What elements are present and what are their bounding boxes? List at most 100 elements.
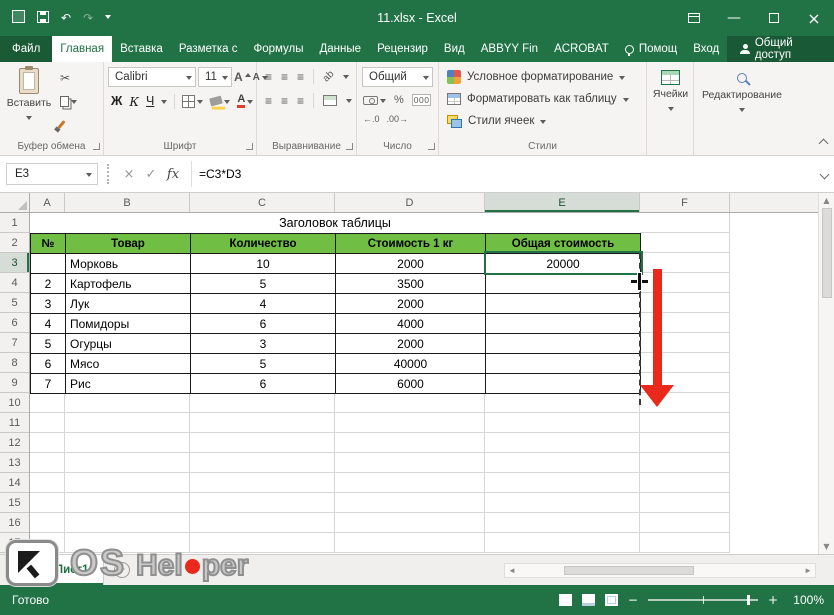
- cell-D4[interactable]: 3500: [336, 274, 486, 294]
- name-box[interactable]: E3: [6, 163, 98, 185]
- zoom-out-icon[interactable]: −: [628, 593, 638, 607]
- cell-E8[interactable]: [486, 354, 641, 374]
- row-header-2[interactable]: 2: [0, 233, 29, 253]
- cell-D3[interactable]: 2000: [336, 254, 486, 274]
- cell-D8[interactable]: 40000: [336, 354, 486, 374]
- tab-abbyy[interactable]: ABBYY Fin: [473, 36, 546, 62]
- page-layout-view-icon[interactable]: [582, 594, 595, 606]
- cell-D9[interactable]: 6000: [336, 374, 486, 394]
- fill-color-button[interactable]: [210, 93, 230, 109]
- cut-icon[interactable]: ✂: [60, 70, 77, 86]
- cell-C2[interactable]: Количество: [191, 234, 336, 254]
- cell-D6[interactable]: 4000: [336, 314, 486, 334]
- row-header-9[interactable]: 9: [0, 373, 29, 393]
- number-format-select[interactable]: Общий: [362, 67, 433, 87]
- horizontal-scrollbar[interactable]: ◄ ►: [504, 563, 816, 578]
- cell-B8[interactable]: Мясо: [66, 354, 191, 374]
- row-header-6[interactable]: 6: [0, 313, 29, 333]
- increase-decimal-icon[interactable]: ←.0: [363, 114, 380, 124]
- excel-app-icon[interactable]: [12, 10, 25, 26]
- cancel-icon[interactable]: ×: [118, 167, 140, 182]
- cell-B5[interactable]: Лук: [66, 294, 191, 314]
- cell-B3[interactable]: Морковь: [66, 254, 191, 274]
- row-header-16[interactable]: 16: [0, 513, 29, 533]
- align-middle-icon[interactable]: ≡: [281, 70, 288, 84]
- cell-B6[interactable]: Помидоры: [66, 314, 191, 334]
- cell-title-merged[interactable]: Заголовок таблицы: [30, 213, 640, 233]
- cell-E4[interactable]: [486, 274, 641, 294]
- bold-button[interactable]: Ж: [111, 94, 122, 108]
- cell-C4[interactable]: 5: [191, 274, 336, 294]
- cell-A6[interactable]: 4: [31, 314, 66, 334]
- cell-C7[interactable]: 3: [191, 334, 336, 354]
- clipboard-dialog-launcher-icon[interactable]: [93, 143, 100, 150]
- select-all-corner[interactable]: [0, 193, 30, 213]
- sign-in-button[interactable]: Вход: [685, 36, 727, 62]
- underline-button[interactable]: Ч: [146, 94, 154, 108]
- cell-C5[interactable]: 4: [191, 294, 336, 314]
- cell-A5[interactable]: 3: [31, 294, 66, 314]
- save-icon[interactable]: [37, 11, 49, 26]
- editing-button[interactable]: Редактирование: [696, 70, 788, 115]
- hscroll-thumb[interactable]: [564, 566, 694, 575]
- row-header-14[interactable]: 14: [0, 473, 29, 493]
- tab-file[interactable]: Файл: [0, 36, 52, 62]
- vertical-scrollbar[interactable]: ▲ ▼: [818, 193, 834, 554]
- copy-icon[interactable]: [60, 93, 77, 109]
- format-painter-icon[interactable]: [60, 116, 77, 132]
- column-header-A[interactable]: A: [30, 193, 65, 212]
- comma-format-icon[interactable]: 000: [412, 94, 432, 106]
- tab-home[interactable]: Главная: [52, 36, 112, 62]
- tab-formulas[interactable]: Формулы: [245, 36, 311, 62]
- customize-quick-access-icon[interactable]: [105, 11, 111, 25]
- merge-center-icon[interactable]: [323, 95, 337, 106]
- cell-E9[interactable]: [486, 374, 641, 394]
- cell-E2[interactable]: Общая стоимость: [486, 234, 641, 254]
- hscroll-left-icon[interactable]: ◄: [508, 566, 516, 575]
- tab-insert[interactable]: Вставка: [112, 36, 171, 62]
- scroll-down-icon[interactable]: ▼: [823, 542, 829, 551]
- tab-data[interactable]: Данные: [312, 36, 370, 62]
- column-header-C[interactable]: C: [190, 193, 335, 212]
- enter-icon[interactable]: ✓: [140, 167, 162, 182]
- row-header-7[interactable]: 7: [0, 333, 29, 353]
- row-header-10[interactable]: 10: [0, 393, 29, 413]
- row-header-12[interactable]: 12: [0, 433, 29, 453]
- tab-view[interactable]: Вид: [436, 36, 473, 62]
- cell-C9[interactable]: 6: [191, 374, 336, 394]
- cell-E7[interactable]: [486, 334, 641, 354]
- cell-E3[interactable]: 20000: [486, 254, 641, 274]
- orientation-icon[interactable]: ab: [321, 69, 337, 85]
- row-header-4[interactable]: 4: [0, 273, 29, 293]
- cell-C6[interactable]: 6: [191, 314, 336, 334]
- cell-C8[interactable]: 5: [191, 354, 336, 374]
- cell-B9[interactable]: Рис: [66, 374, 191, 394]
- cell-B2[interactable]: Товар: [66, 234, 191, 254]
- font-size-select[interactable]: 11: [198, 67, 232, 87]
- vscroll-thumb[interactable]: [822, 208, 832, 298]
- font-dialog-launcher-icon[interactable]: [246, 143, 253, 150]
- cell-A3[interactable]: [31, 254, 66, 274]
- cell-A4[interactable]: 2: [31, 274, 66, 294]
- cell-styles-button[interactable]: Стили ячеек: [447, 111, 546, 131]
- cells-button[interactable]: Ячейки: [649, 70, 692, 114]
- cell-A2[interactable]: №: [31, 234, 66, 254]
- align-right-icon[interactable]: ≡: [297, 94, 304, 108]
- page-break-view-icon[interactable]: [605, 594, 618, 606]
- row-header-3[interactable]: 3: [0, 253, 29, 273]
- italic-button[interactable]: К: [129, 94, 139, 109]
- tab-review[interactable]: Рецензир: [369, 36, 436, 62]
- cell-D5[interactable]: 2000: [336, 294, 486, 314]
- insert-function-icon[interactable]: fx: [162, 167, 184, 182]
- row-header-5[interactable]: 5: [0, 293, 29, 313]
- cell-E6[interactable]: [486, 314, 641, 334]
- redo-icon[interactable]: ↷: [83, 11, 93, 25]
- align-left-icon[interactable]: ≡: [265, 94, 272, 108]
- row-header-11[interactable]: 11: [0, 413, 29, 433]
- format-as-table-button[interactable]: Форматировать как таблицу: [447, 89, 629, 109]
- share-button[interactable]: Общий доступ: [727, 36, 834, 62]
- cell-B4[interactable]: Картофель: [66, 274, 191, 294]
- row-header-8[interactable]: 8: [0, 353, 29, 373]
- zoom-slider-thumb[interactable]: [747, 595, 750, 605]
- column-header-E[interactable]: E: [485, 193, 640, 212]
